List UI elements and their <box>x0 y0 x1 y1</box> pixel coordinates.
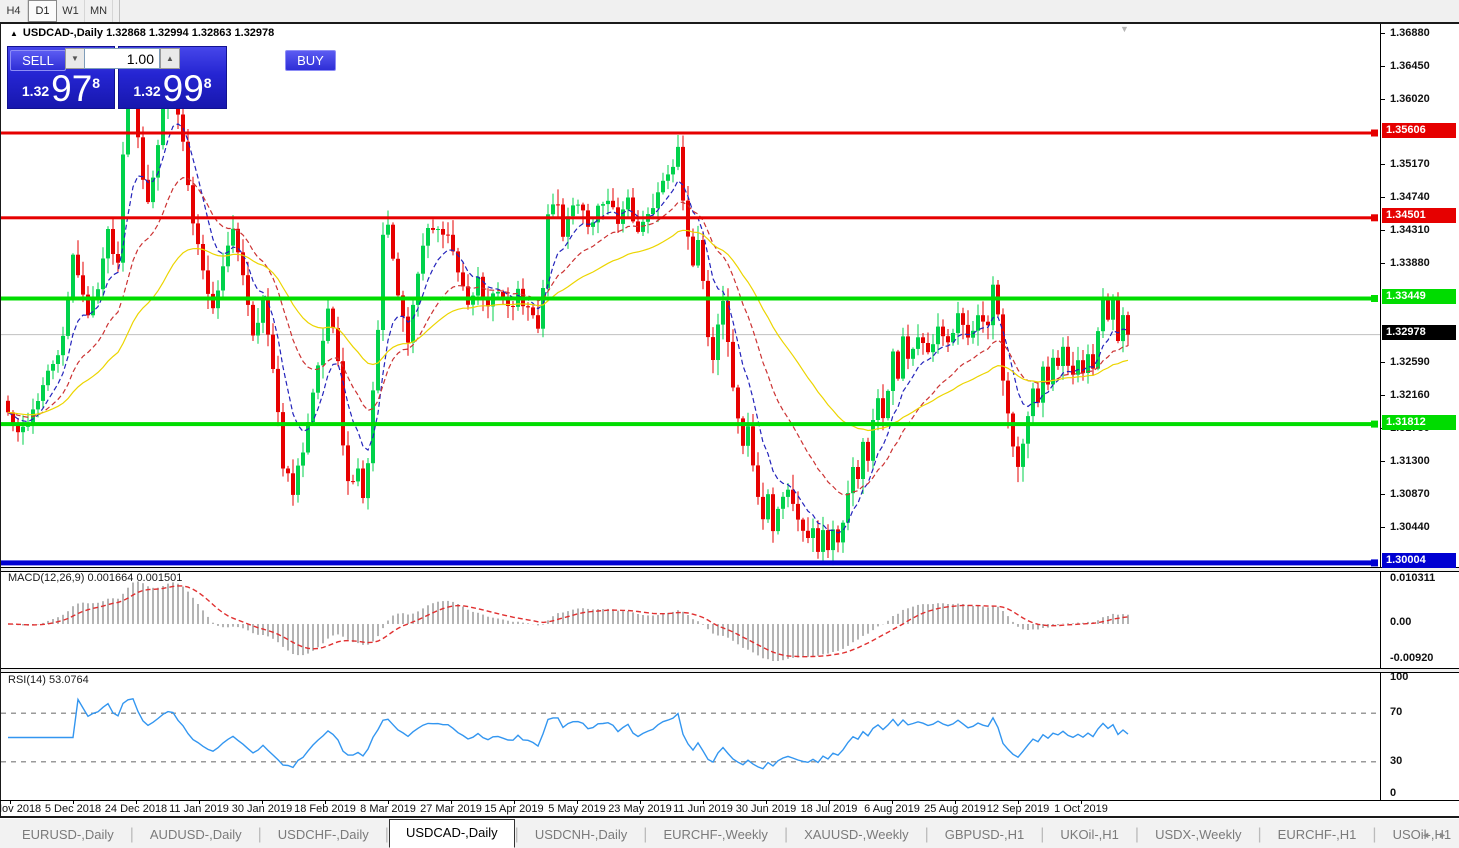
sell-price-big: 97 <box>51 70 92 107</box>
date-tick-label: 1 Oct 2019 <box>1036 803 1126 815</box>
tab-scroll-left-icon[interactable]: ◄ <box>1421 830 1438 840</box>
price-tick-label: 1.30870 <box>1390 487 1430 501</box>
rsi-axis-label: 70 <box>1390 705 1402 719</box>
chart-window <box>0 22 1459 818</box>
time-axis-line <box>0 800 1459 801</box>
volume-input[interactable] <box>84 48 160 69</box>
chart-tab-eurusd[interactable]: EURUSD-,Daily <box>6 824 130 848</box>
macd-indicator-label: MACD(12,26,9) 0.001664 0.001501 <box>8 572 182 584</box>
window-bottom-border <box>0 816 1459 818</box>
macd-value: 0.001664 <box>87 572 133 584</box>
timeframe-button-w1[interactable]: W1 <box>57 0 85 22</box>
chart-tab-usdcnh[interactable]: USDCNH-,Daily <box>519 824 643 848</box>
price-tick-label: 1.34740 <box>1390 190 1430 204</box>
price-tick-label: 1.34310 <box>1390 223 1430 237</box>
tab-scroll-right-icon[interactable]: ► <box>1438 830 1455 840</box>
buy-button[interactable]: BUY <box>285 50 336 71</box>
price-tick-label: 1.36020 <box>1390 92 1430 106</box>
rsi-axis-label: 0 <box>1390 786 1396 800</box>
price-tick-label: 1.36880 <box>1390 26 1430 40</box>
macd-axis-label: 0.010311 <box>1390 571 1435 585</box>
one-click-trading-panel: SELL 1.32 97 8 BUY 1.32 99 8 ▼ ▲ <box>7 44 227 109</box>
current-price-label: 1.32978 <box>1382 325 1456 340</box>
chart-tab-usdcad[interactable]: USDCAD-,Daily <box>389 819 515 848</box>
sell-price-prefix: 1.32 <box>22 83 49 99</box>
price-tick-mark <box>1380 527 1385 528</box>
toolbar-separator <box>113 0 120 22</box>
macd-axis-label: 0.00 <box>1390 615 1411 629</box>
timeframe-button-mn[interactable]: MN <box>85 0 113 22</box>
pane-splitter-macd[interactable] <box>1 567 1459 572</box>
chart-tab-ukoil[interactable]: UKOil-,H1 <box>1044 824 1135 848</box>
price-tick-label: 1.33880 <box>1390 256 1430 270</box>
chevron-up-icon: ▲ <box>166 54 174 63</box>
timeframe-toolbar: H4D1W1MN <box>0 0 1459 23</box>
level-price-label: 1.34501 <box>1382 208 1456 223</box>
chart-tab-gbpusd[interactable]: GBPUSD-,H1 <box>929 824 1040 848</box>
volume-increase-button[interactable]: ▲ <box>160 48 180 69</box>
chart-shift-marker-icon[interactable]: ▼ <box>1120 24 1129 34</box>
macd-axis-label: -0.00920 <box>1390 651 1433 665</box>
rsi-value: 53.0764 <box>49 674 89 686</box>
sell-price: 1.32 97 8 <box>8 71 114 106</box>
macd-name: MACD(12,26,9) <box>8 572 84 584</box>
price-tick-mark <box>1380 66 1385 67</box>
chart-tab-xauusd[interactable]: XAUUSD-,Weekly <box>788 824 925 848</box>
price-tick-mark <box>1380 164 1385 165</box>
level-price-label: 1.33449 <box>1382 289 1456 304</box>
price-tick-label: 1.36450 <box>1390 59 1430 73</box>
macd-canvas[interactable] <box>1 572 1381 668</box>
sell-price-sup: 8 <box>92 75 100 91</box>
level-price-label: 1.30004 <box>1382 553 1456 568</box>
price-tick-mark <box>1380 263 1385 264</box>
timeframe-button-d1[interactable]: D1 <box>28 0 57 22</box>
level-price-label: 1.35606 <box>1382 123 1456 138</box>
price-tick-label: 1.31300 <box>1390 454 1430 468</box>
trading-terminal-window: H4D1W1MN 1.36880 1.36450 1.36020 1.35170 1.3… <box>0 0 1459 848</box>
price-tick-label: 1.32160 <box>1390 388 1430 402</box>
rsi-axis-label: 30 <box>1390 754 1402 768</box>
price-tick-label: 1.35170 <box>1390 157 1430 171</box>
price-tick-label: 1.32590 <box>1390 355 1430 369</box>
volume-decrease-button[interactable]: ▼ <box>65 48 85 69</box>
price-tick-mark <box>1380 494 1385 495</box>
price-tick-mark <box>1380 99 1385 100</box>
pane-splitter-rsi[interactable] <box>1 668 1459 673</box>
rsi-name: RSI(14) <box>8 674 46 686</box>
buy-price-prefix: 1.32 <box>133 83 160 99</box>
buy-price-big: 99 <box>163 70 204 107</box>
macd-signal-value: 0.001501 <box>136 572 182 584</box>
price-tick-mark <box>1380 461 1385 462</box>
price-tick-mark <box>1380 33 1385 34</box>
chevron-down-icon: ▼ <box>71 54 79 63</box>
price-tick-mark <box>1380 395 1385 396</box>
chart-tab-usdx[interactable]: USDX-,Weekly <box>1139 824 1257 848</box>
rsi-canvas[interactable] <box>1 673 1381 802</box>
price-tick-label: 1.30440 <box>1390 520 1430 534</box>
chart-tab-audusd[interactable]: AUDUSD-,Daily <box>134 824 258 848</box>
time-axis[interactable]: 16 Nov 20185 Dec 201824 Dec 201811 Jan 2… <box>0 802 1380 817</box>
chart-tab-usdchf[interactable]: USDCHF-,Daily <box>262 824 385 848</box>
buy-price-sup: 8 <box>204 75 212 91</box>
rsi-indicator-label: RSI(14) 53.0764 <box>8 674 89 686</box>
ohlc-values: 1.32868 1.32994 1.32863 1.32978 <box>106 27 274 39</box>
symbol-period-label: USDCAD-,Daily <box>23 27 103 39</box>
chart-title: ▲ USDCAD-,Daily 1.32868 1.32994 1.32863 1… <box>10 27 274 39</box>
level-price-label: 1.31812 <box>1382 415 1456 430</box>
collapse-arrow-icon[interactable]: ▲ <box>10 29 18 38</box>
tab-scroll-arrows[interactable]: ◄► <box>1421 830 1455 840</box>
price-tick-mark <box>1380 362 1385 363</box>
chart-tabs-bar: EURUSD-,Daily|AUDUSD-,Daily|USDCHF-,Dail… <box>0 818 1459 848</box>
timeframe-button-h4[interactable]: H4 <box>0 0 28 22</box>
price-tick-mark <box>1380 230 1385 231</box>
chart-tab-eurchf[interactable]: EURCHF-,H1 <box>1262 824 1373 848</box>
price-tick-mark <box>1380 197 1385 198</box>
buy-price: 1.32 99 8 <box>119 71 226 106</box>
chart-tab-eurchf[interactable]: EURCHF-,Weekly <box>647 824 784 848</box>
